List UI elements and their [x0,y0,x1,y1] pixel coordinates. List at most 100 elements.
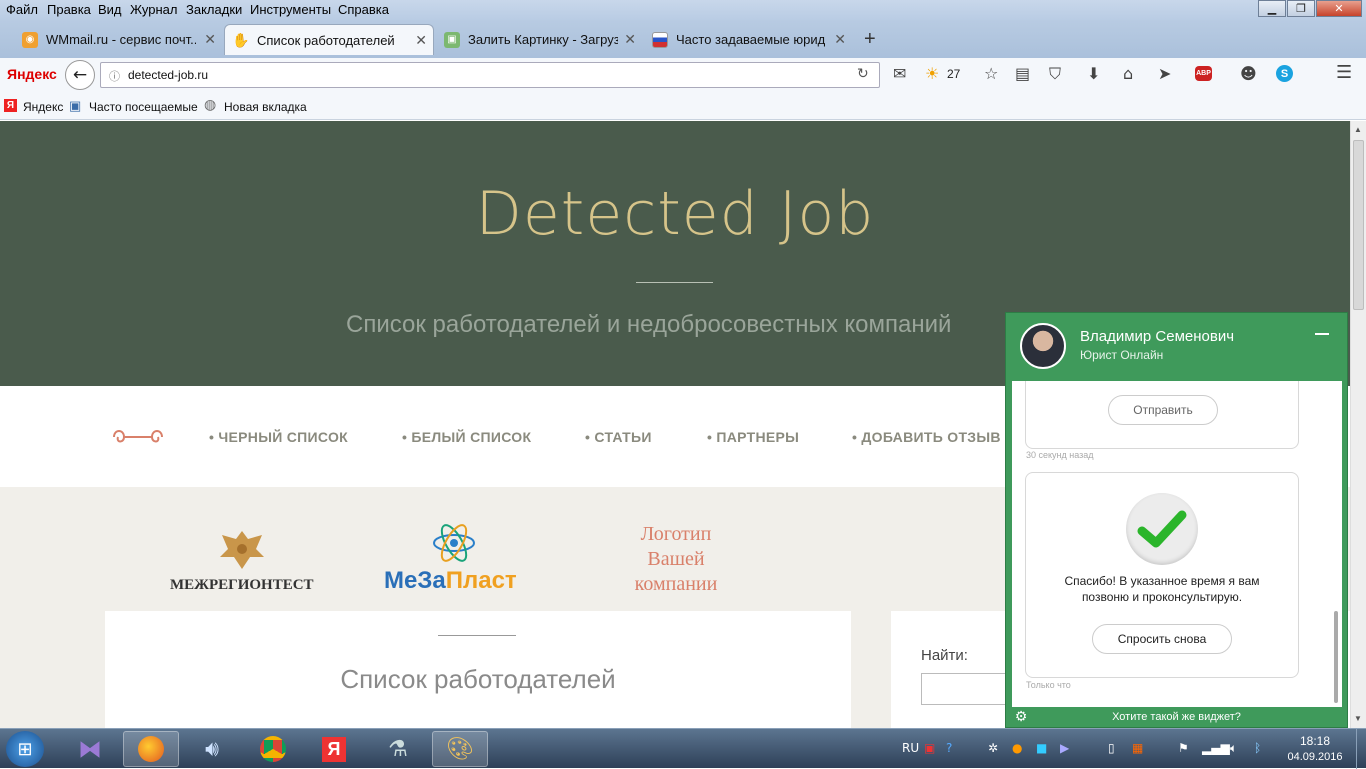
chat-agent-role: Юрист Онлайн [1080,348,1164,362]
employers-list-heading: Список работодателей [340,664,616,694]
hand-favicon-icon: ✋ [232,31,250,48]
send-button[interactable]: Отправить [1108,395,1218,425]
tab-employers-list[interactable]: ✋ Список работодателей ✕ [224,24,434,55]
chat-agent-name: Владимир Семенович [1080,328,1235,345]
tray-app-icon-6[interactable]: ▯ [1108,741,1115,755]
close-tab-icon[interactable]: ✕ [624,31,636,48]
url-bar[interactable]: ⓘ detected-job.ru ↻ [100,62,880,88]
heading-divider [438,635,516,636]
nav-add-review-link[interactable]: • ДОБАВИТЬ ОТЗЫВ [852,429,1001,445]
mail-icon[interactable]: ✉ [893,64,906,83]
clock[interactable]: 18:18 04.09.2016 [1280,734,1350,763]
nav-blacklist-link[interactable]: • ЧЕРНЫЙ СПИСОК [209,429,348,445]
tray-app-icon-5[interactable]: ▶ [1060,741,1069,755]
adblock-icon[interactable]: ABP [1195,66,1212,81]
minimize-chat-icon[interactable] [1315,333,1329,335]
tab-upload-image[interactable]: ▣ Залить Картинку - Загруз... ✕ [436,24,642,55]
start-button[interactable]: ⊞ [6,731,44,767]
globe-icon: ◍ [204,97,217,113]
volume-icon[interactable]: 🔈︎ [1230,741,1237,756]
tray-app-icon-1[interactable]: ▣ [924,741,935,755]
language-indicator[interactable]: RU [902,741,919,755]
partner-mezaplast-logo[interactable]: МеЗаПласт [384,567,517,595]
maximize-window-button[interactable]: ❐ [1287,0,1315,17]
taskbar-chrome[interactable] [245,731,301,767]
yandex-brand-logo: Яндекс [7,66,57,82]
chat-body: Отправить 30 секунд назад Спасибо! В ука… [1012,381,1342,707]
taskbar-firefox[interactable] [123,731,179,767]
bluetooth-icon[interactable]: ᛒ [1254,741,1261,755]
tab-legal-faq[interactable]: Часто задаваемые юриди... ✕ [644,24,852,55]
reading-list-icon[interactable]: ▤ [1015,64,1030,83]
show-desktop-button[interactable] [1356,729,1366,769]
menu-view[interactable]: Вид [98,2,122,17]
menu-edit[interactable]: Правка [47,2,91,17]
widget-promo-link[interactable]: Хотите такой же виджет? [1006,711,1347,723]
menu-bookmarks[interactable]: Закладки [186,2,242,17]
tray-app-icon-7[interactable]: ▦ [1132,741,1143,755]
home-icon[interactable]: ⌂ [1123,64,1133,83]
flag-tray-icon[interactable]: ⚑ [1178,741,1189,755]
minimize-window-button[interactable]: ▁ [1258,0,1286,17]
bookmark-new-tab[interactable]: Новая вкладка [224,100,307,114]
scrollbar-thumb[interactable] [1353,140,1364,310]
close-tab-icon[interactable]: ✕ [204,31,216,48]
reload-icon[interactable]: ↻ [857,66,869,82]
paint-palette-icon: 🎨︎ [446,736,474,761]
sun-weather-icon[interactable]: ☀ [925,64,939,83]
chrome-icon [260,736,286,762]
close-window-button[interactable]: ✕ [1316,0,1362,17]
tab-wmmail[interactable]: ◉ WMmail.ru - сервис почт... ✕ [14,24,222,55]
info-icon[interactable]: ⓘ [109,68,120,84]
partner-mezhregiontest-logo[interactable]: МЕЖРЕГИОНТЕСТ [170,577,314,594]
taskbar-audio-app[interactable]: 🔊︎ [184,731,240,767]
tab-label: WMmail.ru - сервис почт... [46,32,196,47]
atom-icon [433,524,475,562]
timestamp-1: 30 секунд назад [1026,450,1094,460]
timestamp-2: Только что [1026,680,1071,690]
nav-whitelist-link[interactable]: • БЕЛЫЙ СПИСОК [402,429,531,445]
chat-scrollbar-thumb[interactable] [1334,611,1338,703]
chat-form-bubble: Отправить [1025,381,1299,449]
nav-articles-link[interactable]: • СТАТЬИ [585,429,652,445]
back-arrow-icon[interactable]: ← [65,60,95,90]
taskbar-paint[interactable]: 🎨︎ [432,731,488,767]
pocket-icon[interactable]: ⛉ [1049,64,1061,84]
checkmark-icon [1137,510,1187,548]
page-scrollbar[interactable]: ▲ ▼ [1350,121,1366,728]
bookmark-frequent[interactable]: Часто посещаемые [89,100,198,114]
menu-help[interactable]: Справка [338,2,389,17]
nav-partners-link[interactable]: • ПАРТНЕРЫ [707,429,799,445]
search-label: Найти: [921,647,968,664]
scroll-up-arrow-icon[interactable]: ▲ [1354,125,1362,134]
help-tray-icon[interactable]: ? [946,741,952,755]
partner-your-logo-placeholder[interactable]: Логотип Вашей компании [606,522,746,597]
tray-app-icon-4[interactable]: ■ [1036,741,1047,755]
success-circle [1126,493,1198,565]
ask-again-button[interactable]: Спросить снова [1092,624,1232,654]
window-controls: ▁ ❐ ✕ [1257,0,1362,18]
close-tab-icon[interactable]: ✕ [415,32,427,49]
tab-label: Список работодателей [257,32,395,48]
menu-file[interactable]: Файл [6,2,38,17]
taskbar-vs-app[interactable]: ⧓ [62,731,118,767]
download-icon[interactable]: ⬇ [1087,64,1100,83]
tray-app-icon-2[interactable]: ✲ [988,741,998,755]
scroll-down-arrow-icon[interactable]: ▼ [1354,714,1362,723]
hamburger-menu-icon[interactable]: ☰ [1336,62,1352,83]
taskbar-yandex-browser[interactable]: Я [306,731,362,767]
tab-label: Часто задаваемые юриди... [676,32,826,47]
speaker-app-icon: 🔊︎ [205,736,219,761]
tray-app-icon-3[interactable]: ● [1012,741,1022,755]
taskbar-app-6[interactable]: ⚗ [370,731,426,767]
bookmark-yandex[interactable]: Яндекс [23,100,63,114]
menu-tools[interactable]: Инструменты [250,2,331,17]
menu-history[interactable]: Журнал [130,2,177,17]
new-tab-plus-icon[interactable]: + [864,28,876,51]
send-icon[interactable]: ➤ [1158,64,1171,83]
skype-icon[interactable]: S [1276,65,1293,82]
chat-bubble-icon[interactable]: ☻ [1240,64,1257,83]
close-tab-icon[interactable]: ✕ [834,31,846,48]
network-signal-icon[interactable]: ▂▄▆ [1202,741,1230,755]
star-bookmark-icon[interactable]: ☆ [984,64,998,83]
